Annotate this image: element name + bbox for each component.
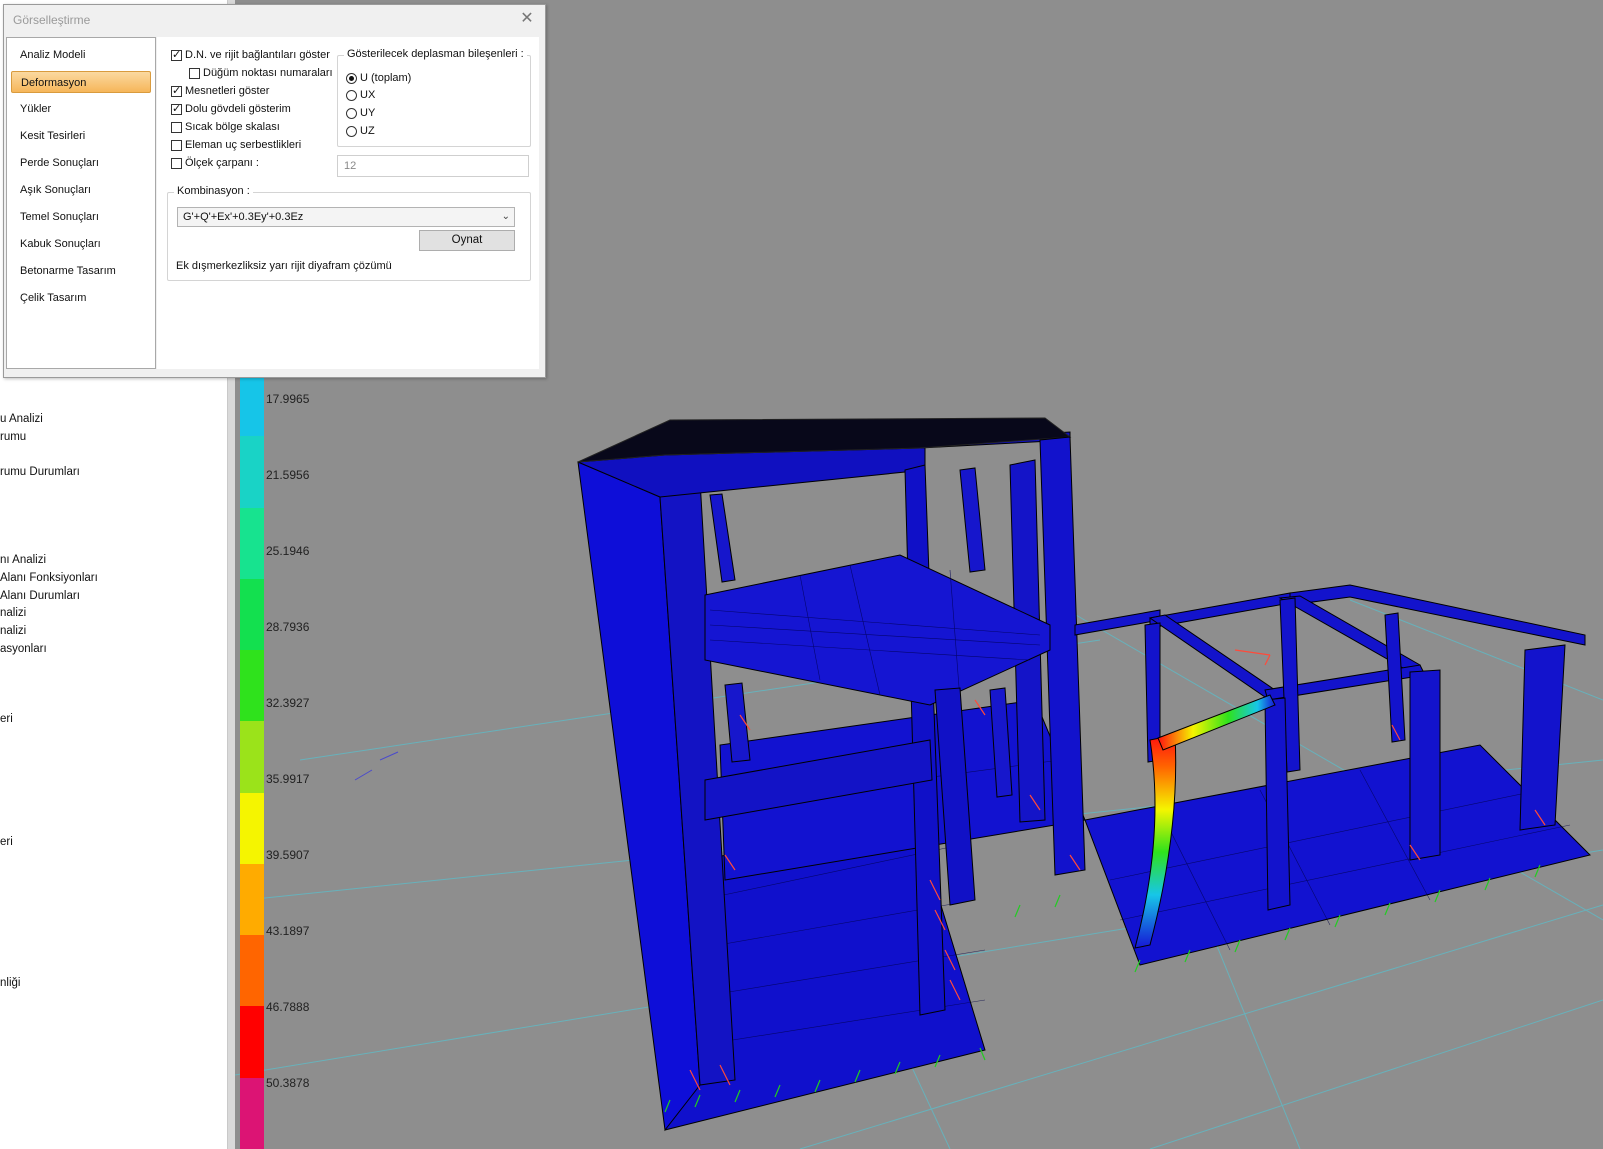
dialog-title: Görselleştirme (13, 13, 91, 27)
close-icon[interactable]: ✕ (517, 9, 537, 29)
legend-color-bar (240, 365, 264, 1149)
combination-group-title: Kombinasyon : (174, 185, 253, 197)
radio-dot (346, 72, 357, 84)
radio-dot (346, 125, 357, 137)
tree-item[interactable]: u Analizi (0, 413, 43, 425)
nav-item-yukler[interactable]: Yükler (11, 98, 151, 120)
tree-item[interactable]: nliği (0, 977, 20, 989)
radio-uz[interactable]: UZ (346, 125, 375, 137)
legend-label: 50.3878 (266, 1076, 310, 1090)
combination-select[interactable]: G'+Q'+Ex'+0.3Ey'+0.3Ez ⌄ (177, 207, 515, 227)
hot-zone-scale-checkbox[interactable]: Sıcak bölge skalası (171, 121, 280, 133)
tree-item[interactable]: Alanı Durumları (0, 590, 80, 602)
legend-label: 32.3927 (266, 696, 310, 710)
legend-color-segment (240, 650, 264, 722)
nav-item-kesit-tesirleri[interactable]: Kesit Tesirleri (11, 125, 151, 147)
floor-slab-level1 (704, 554, 1051, 706)
radio-ux[interactable]: UX (346, 89, 375, 101)
legend-color-segment (240, 792, 264, 864)
tree-item[interactable]: nalizi (0, 625, 26, 637)
tree-item[interactable]: Alanı Fonksiyonları (0, 572, 98, 584)
legend-color-segment (240, 935, 264, 1007)
radio-dot (346, 89, 357, 101)
node-numbers-checkbox[interactable]: Düğüm noktası numaraları (189, 67, 333, 79)
nav-item-celik-tasarim[interactable]: Çelik Tasarım (11, 287, 151, 309)
legend-color-segment (240, 863, 264, 936)
tree-item[interactable]: rumu (0, 431, 26, 443)
tower-inner-column-2 (709, 493, 736, 583)
legend-color-segment (240, 1006, 264, 1078)
checkbox-box (171, 48, 182, 61)
legend-color-segment (240, 721, 264, 793)
displacement-group-title: Gösterilecek deplasman bileşenleri : (344, 48, 527, 60)
legend-label: 28.7936 (266, 620, 310, 634)
chevron-down-icon: ⌄ (501, 211, 510, 222)
nav-item-analiz-modeli[interactable]: Analiz Modeli (11, 44, 151, 66)
visualization-dialog: Görselleştirme ✕ Analiz Modeli Deformasy… (3, 4, 546, 378)
legend-color-segment (240, 507, 264, 579)
radio-dot (346, 107, 357, 119)
checkbox-box (171, 139, 182, 151)
tree-item[interactable]: nı Analizi (0, 554, 46, 566)
options-panel: D.N. ve rijit bağlantıları göster Düğüm … (157, 37, 539, 369)
scale-factor-checkbox[interactable]: Ölçek çarpanı : (171, 157, 259, 169)
checkbox-box (189, 67, 200, 79)
end-releases-checkbox[interactable]: Eleman uç serbestlikleri (171, 139, 301, 151)
tree-item[interactable]: eri (0, 713, 13, 725)
nav-item-temel-sonuclari[interactable]: Temel Sonuçları (11, 206, 151, 228)
legend-label: 39.5907 (266, 848, 310, 862)
legend-color-segment (240, 578, 264, 651)
legend-label: 46.7888 (266, 1000, 310, 1014)
displacement-components-group: Gösterilecek deplasman bileşenleri : U (… (337, 48, 531, 147)
checkbox-box (171, 84, 182, 97)
tree-item[interactable]: nalizi (0, 607, 26, 619)
legend-color-segment (240, 1077, 264, 1149)
radio-u-total[interactable]: U (toplam) (346, 72, 411, 84)
axis-triad (354, 751, 399, 781)
scale-factor-input[interactable]: 12 (337, 155, 529, 177)
checkbox-box (171, 121, 182, 133)
checkbox-box (171, 157, 182, 169)
checkbox-box (171, 102, 182, 115)
tree-item[interactable]: rumu Durumları (0, 466, 80, 478)
legend-color-segment (240, 436, 264, 508)
solution-note: Ek dışmerkezliksiz yarı rijit diyafram ç… (176, 260, 392, 272)
legend-label: 21.5956 (266, 468, 310, 482)
tower-inner-column (959, 467, 986, 573)
category-list: Analiz Modeli Deformasyon Yükler Kesit T… (6, 37, 156, 369)
show-supports-checkbox[interactable]: Mesnetleri göster (171, 84, 269, 97)
nav-item-deformasyon[interactable]: Deformasyon (11, 71, 151, 93)
play-button[interactable]: Oynat (419, 230, 515, 251)
tree-item[interactable]: eri (0, 836, 13, 848)
deformed-beam (1157, 694, 1276, 751)
nav-item-asik-sonuclari[interactable]: Aşık Sonuçları (11, 179, 151, 201)
solid-view-checkbox[interactable]: Dolu gövdeli gösterim (171, 102, 291, 115)
combination-group: Kombinasyon : G'+Q'+Ex'+0.3Ey'+0.3Ez ⌄ O… (167, 185, 531, 281)
radio-uy[interactable]: UY (346, 107, 375, 119)
nav-item-betonarme-tasarim[interactable]: Betonarme Tasarım (11, 260, 151, 282)
nav-item-kabuk-sonuclari[interactable]: Kabuk Sonuçları (11, 233, 151, 255)
show-nodes-checkbox[interactable]: D.N. ve rijit bağlantıları göster (171, 48, 330, 61)
tree-item[interactable]: asyonları (0, 643, 47, 655)
legend-label: 17.9965 (266, 392, 310, 406)
legend-label: 25.1946 (266, 544, 310, 558)
legend-label: 43.1897 (266, 924, 310, 938)
legend-label: 35.9917 (266, 772, 310, 786)
nav-item-perde-sonuclari[interactable]: Perde Sonuçları (11, 152, 151, 174)
